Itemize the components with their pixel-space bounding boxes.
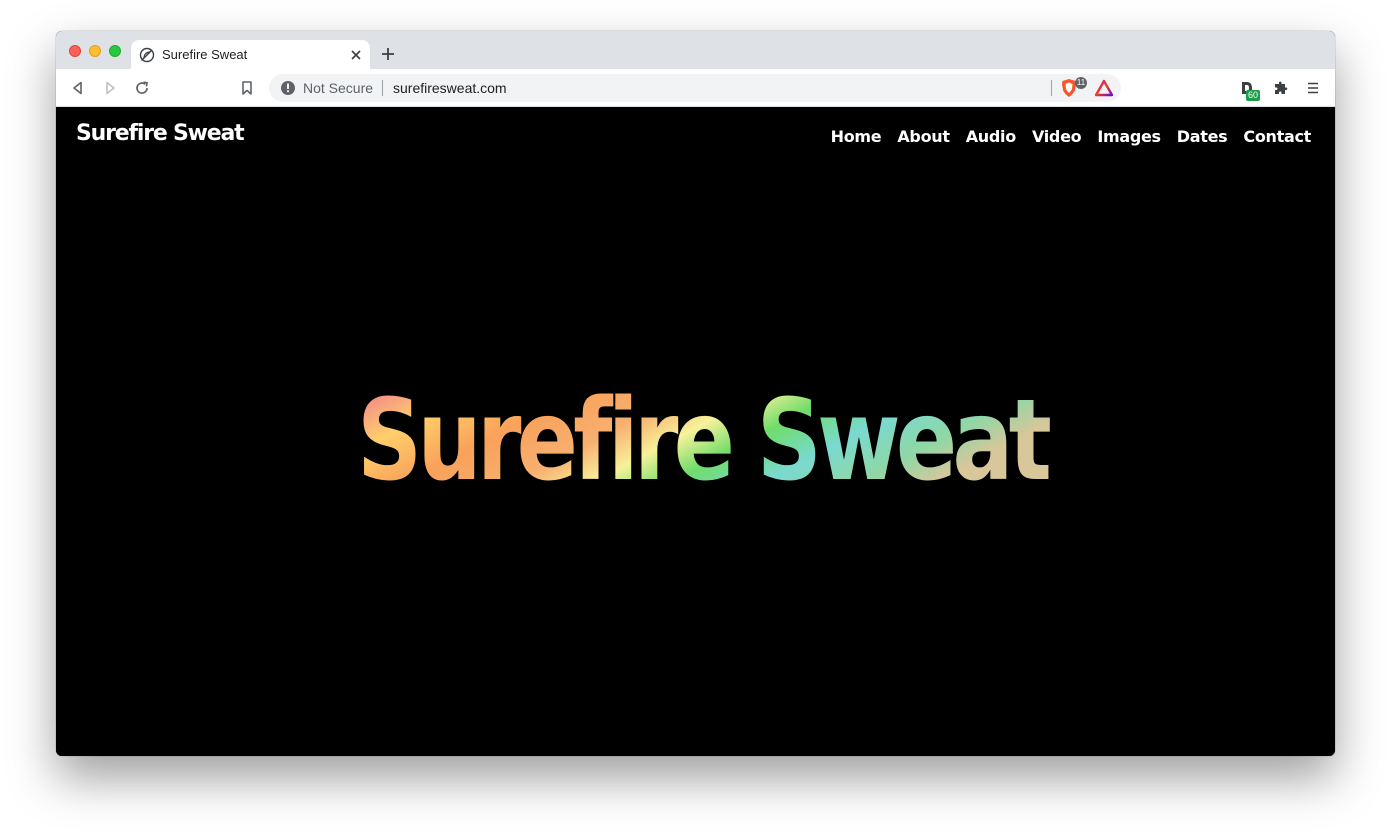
hero-logo: Surefire Sweat	[357, 376, 1052, 495]
hero-title: Surefire Sweat	[357, 376, 1050, 495]
nav-home[interactable]: Home	[831, 127, 882, 146]
site-logo[interactable]: Surefire Sweat	[76, 121, 245, 146]
browser-toolbar: Not Secure surefiresweat.com 11 60	[56, 69, 1335, 107]
web-page: Surefire Sweat Home About Audio Video Im…	[56, 107, 1335, 756]
minimize-window-button[interactable]	[89, 45, 101, 57]
nav-contact[interactable]: Contact	[1243, 127, 1311, 146]
close-icon[interactable]	[349, 48, 363, 62]
reload-icon[interactable]	[134, 80, 150, 96]
forward-icon[interactable]	[102, 80, 118, 96]
nav-audio[interactable]: Audio	[966, 127, 1017, 146]
info-icon[interactable]	[280, 80, 296, 96]
shields-count-badge: 11	[1075, 77, 1087, 89]
divider	[382, 80, 383, 96]
nav-about[interactable]: About	[897, 127, 950, 146]
puzzle-icon[interactable]	[1273, 80, 1289, 96]
bookmark-icon[interactable]	[239, 80, 255, 96]
nav-video[interactable]: Video	[1032, 127, 1082, 146]
nav-dates[interactable]: Dates	[1177, 127, 1228, 146]
leaf-icon	[139, 47, 155, 63]
brave-rewards-icon[interactable]	[1095, 79, 1113, 97]
menu-icon[interactable]	[1305, 80, 1321, 96]
tab-title: Surefire Sweat	[162, 47, 248, 62]
zoom-window-button[interactable]	[109, 45, 121, 57]
address-bar[interactable]: Not Secure surefiresweat.com 11	[269, 74, 1121, 102]
browser-window: Surefire Sweat Not Secure surefiresweat.…	[56, 31, 1335, 756]
close-window-button[interactable]	[69, 45, 81, 57]
url-text[interactable]: surefiresweat.com	[393, 80, 507, 96]
nav-images[interactable]: Images	[1097, 127, 1161, 146]
extension-badge: 60	[1246, 90, 1261, 101]
security-label[interactable]: Not Secure	[303, 80, 373, 96]
main-nav: Home About Audio Video Images Dates Cont…	[831, 127, 1312, 146]
tab-active[interactable]: Surefire Sweat	[131, 40, 370, 69]
plus-icon[interactable]	[380, 46, 396, 62]
divider	[1051, 80, 1052, 96]
back-icon[interactable]	[70, 80, 86, 96]
tab-strip: Surefire Sweat	[56, 31, 1335, 69]
